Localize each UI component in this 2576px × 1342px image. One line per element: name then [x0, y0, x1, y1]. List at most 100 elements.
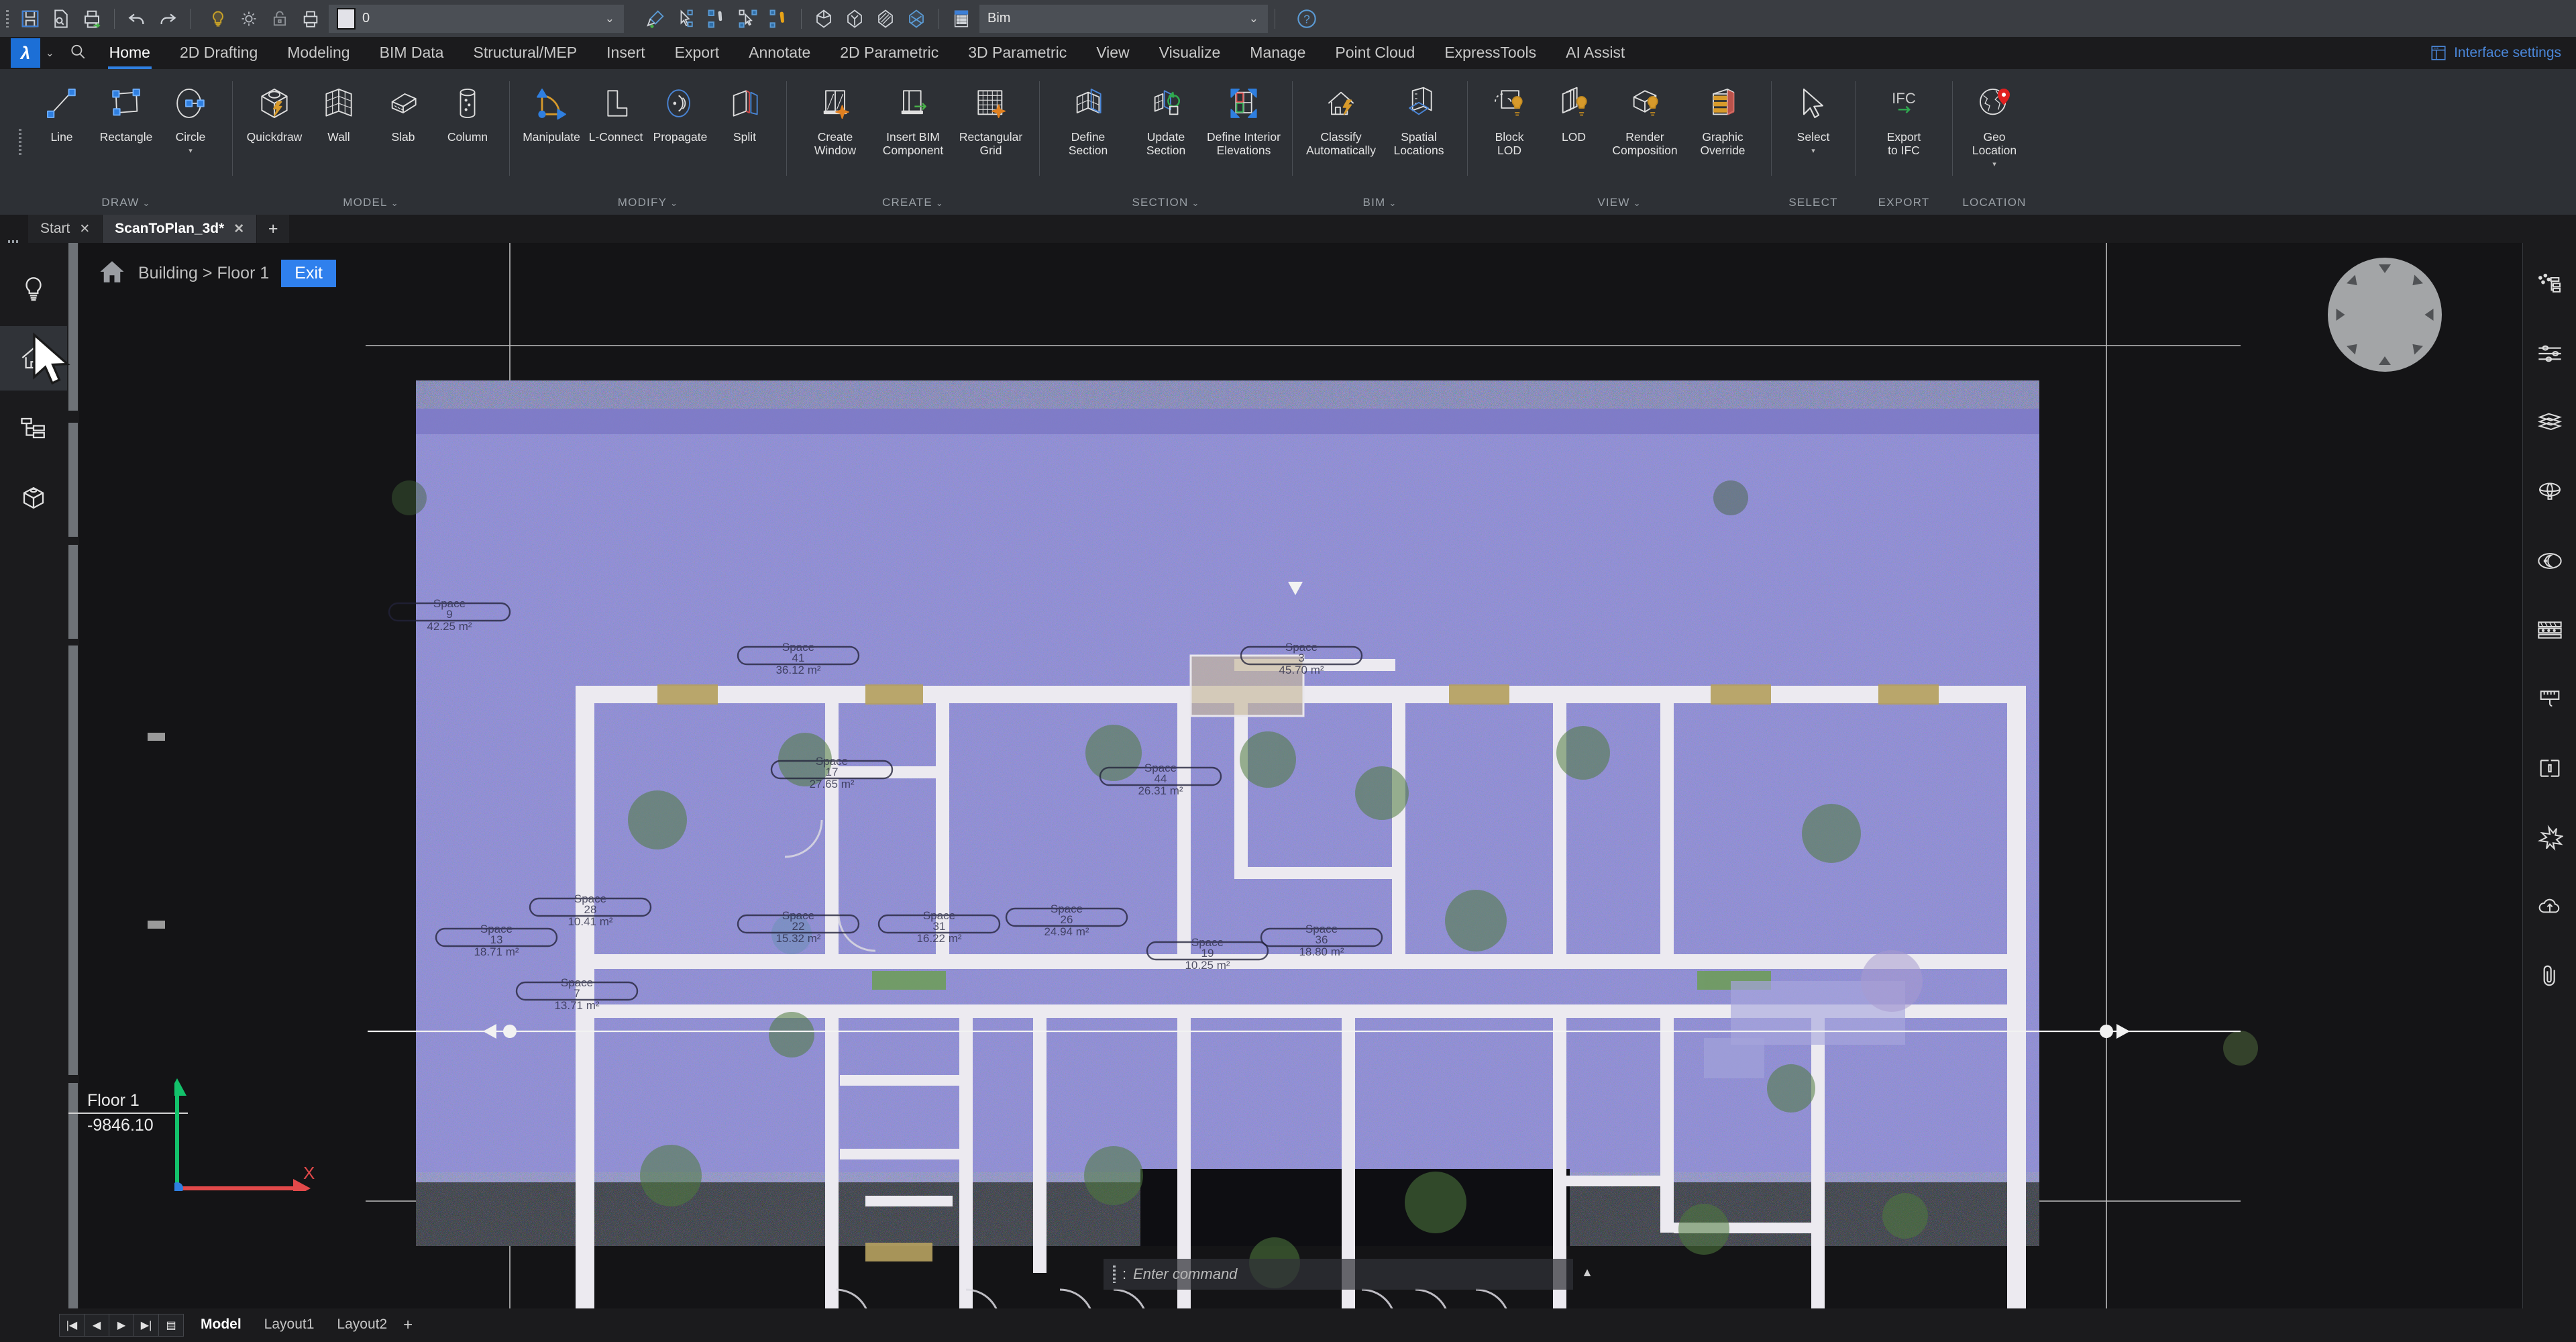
- ribbon-tab-2d-drafting[interactable]: 2D Drafting: [165, 37, 272, 69]
- sidebar-item-home[interactable]: [0, 326, 67, 391]
- ribbon-button-classify-automatically[interactable]: Classify Automatically: [1302, 79, 1380, 157]
- ribbon-tab-view[interactable]: View: [1081, 37, 1144, 69]
- ribbon-group-title[interactable]: SECTION ⌄: [1049, 196, 1283, 209]
- panel-sections[interactable]: [2523, 733, 2576, 803]
- chevron-down-icon[interactable]: ⌄: [605, 12, 614, 25]
- chevron-down-icon[interactable]: ⌄: [1191, 198, 1199, 208]
- ribbon-button-insert-bim-component[interactable]: Insert BIM Component: [874, 79, 952, 157]
- ribbon-tab-manage[interactable]: Manage: [1235, 37, 1320, 69]
- ribbon-tab-visualize[interactable]: Visualize: [1144, 37, 1236, 69]
- panel-render[interactable]: [2523, 526, 2576, 595]
- layer-lock-icon[interactable]: [264, 4, 295, 34]
- ribbon-tab-expresstools[interactable]: ExpressTools: [1430, 37, 1551, 69]
- help-icon[interactable]: ?: [1291, 4, 1322, 34]
- ucs-icon[interactable]: [808, 4, 839, 34]
- undo-icon[interactable]: [121, 4, 152, 34]
- match-properties-icon[interactable]: [640, 4, 671, 34]
- ribbon-grip[interactable]: [19, 69, 30, 215]
- panel-magic-wand[interactable]: [2523, 803, 2576, 872]
- ucs-world-icon[interactable]: [839, 4, 870, 34]
- ribbon-group-title[interactable]: VIEW ⌄: [1477, 196, 1762, 209]
- close-icon[interactable]: ✕: [79, 221, 90, 237]
- ribbon-tab-bim-data[interactable]: BIM Data: [365, 37, 459, 69]
- panel-structure-browser[interactable]: [2523, 250, 2576, 319]
- ribbon-button-render-composition[interactable]: Render Composition: [1606, 79, 1684, 157]
- chevron-down-icon[interactable]: ▾: [189, 146, 193, 155]
- breadcrumb-path[interactable]: Building > Floor 1: [138, 264, 269, 283]
- ribbon-button-quickdraw[interactable]: Quickdraw: [242, 79, 307, 144]
- ribbon-tab-structural-mep[interactable]: Structural/MEP: [458, 37, 592, 69]
- ribbon-button-slab[interactable]: Slab: [371, 79, 435, 144]
- layer-color-swatch[interactable]: [337, 7, 356, 30]
- chevron-down-icon[interactable]: ⌄: [391, 198, 399, 208]
- ribbon-group-title[interactable]: CREATE ⌄: [796, 196, 1030, 209]
- drawing-canvas[interactable]: Space 13 18.71 m² Space 9 42.25 m² Space 41 36.1…: [67, 243, 2522, 1308]
- ribbon-button-rectangular-grid[interactable]: Rectangular Grid: [952, 79, 1030, 157]
- layout-tab-layout1[interactable]: Layout1: [255, 1314, 324, 1337]
- color-icon[interactable]: [763, 4, 794, 34]
- command-history-icon[interactable]: ▲: [1581, 1266, 1593, 1280]
- select-similar-icon[interactable]: [671, 4, 702, 34]
- shade-icon[interactable]: [870, 4, 901, 34]
- ribbon-button-wall[interactable]: Wall: [307, 79, 371, 144]
- ribbon-button-block-lod[interactable]: Block LOD: [1477, 79, 1542, 157]
- ribbon-button-export-to-ifc[interactable]: IFC Export to IFC: [1865, 79, 1943, 157]
- command-input[interactable]: : Enter command ▲: [1104, 1259, 1593, 1290]
- chevron-down-icon[interactable]: ⌄: [936, 198, 944, 208]
- ribbon-group-title[interactable]: DRAW ⌄: [30, 196, 223, 209]
- ribbon-group-title[interactable]: BIM ⌄: [1302, 196, 1458, 209]
- sidebar-item-lookfrom[interactable]: [0, 256, 67, 321]
- layout-tab-model[interactable]: Model: [191, 1314, 251, 1337]
- ribbon-button-circle[interactable]: Circle ▾: [158, 79, 223, 155]
- chevron-down-icon[interactable]: ▾: [1992, 160, 1996, 168]
- ribbon-button-select[interactable]: Select ▾: [1781, 79, 1845, 155]
- panel-attachments[interactable]: [2523, 941, 2576, 1010]
- ribbon-button-column[interactable]: Column: [435, 79, 500, 144]
- panel-materials[interactable]: [2523, 595, 2576, 664]
- byblock-icon[interactable]: [733, 4, 763, 34]
- ribbon-button-create-window[interactable]: Create Window: [796, 79, 874, 157]
- ribbon-button-l-connect[interactable]: L-Connect: [584, 79, 648, 144]
- chevron-down-icon[interactable]: ▾: [1811, 146, 1815, 155]
- layout-list-button[interactable]: ▤: [158, 1314, 184, 1337]
- ribbon-tab-ai-assist[interactable]: AI Assist: [1551, 37, 1640, 69]
- ribbon-button-spatial-locations[interactable]: Spatial Locations: [1380, 79, 1458, 157]
- ribbon-button-define-interior-elevations[interactable]: Define Interior Elevations: [1205, 79, 1283, 157]
- ribbon-button-line[interactable]: Line: [30, 79, 94, 144]
- exit-button[interactable]: Exit: [281, 260, 336, 287]
- ribbon-tab-export[interactable]: Export: [660, 37, 734, 69]
- document-tab-scantoplan-3d[interactable]: ScanToPlan_3d* ✕: [103, 215, 257, 243]
- chevron-down-icon[interactable]: ⌄: [1633, 198, 1642, 208]
- bylayer-icon[interactable]: [702, 4, 733, 34]
- layer-plot-icon[interactable]: [295, 4, 326, 34]
- save-icon[interactable]: [15, 4, 46, 34]
- panel-measure[interactable]: [2523, 664, 2576, 733]
- panel-lighting[interactable]: [2523, 457, 2576, 526]
- add-layout-button[interactable]: +: [396, 1316, 419, 1335]
- ribbon-tab-2d-parametric[interactable]: 2D Parametric: [825, 37, 953, 69]
- ribbon-button-manipulate[interactable]: Manipulate: [519, 79, 584, 144]
- prev-layout-button[interactable]: ◀: [84, 1314, 109, 1337]
- next-layout-button[interactable]: ▶: [109, 1314, 134, 1337]
- preview-icon[interactable]: [46, 4, 76, 34]
- last-layout-button[interactable]: ▶|: [133, 1314, 159, 1337]
- print-icon[interactable]: [76, 4, 107, 34]
- ribbon-button-propagate[interactable]: Propagate: [648, 79, 712, 144]
- document-tab-start[interactable]: Start ✕: [28, 215, 103, 243]
- layout-tab-layout2[interactable]: Layout2: [327, 1314, 396, 1337]
- panel-cloud-upload[interactable]: [2523, 872, 2576, 941]
- interface-settings-button[interactable]: Interface settings: [2430, 44, 2561, 62]
- ribbon-button-lod[interactable]: LOD: [1542, 79, 1606, 144]
- ribbon-tab-insert[interactable]: Insert: [592, 37, 660, 69]
- chevron-down-icon[interactable]: ⌄: [670, 198, 678, 208]
- point-cloud-floorplan[interactable]: Space1318.71 m²Space942.25 m²Space4136.1…: [67, 243, 2522, 1308]
- ribbon-tab-point-cloud[interactable]: Point Cloud: [1320, 37, 1430, 69]
- sidebar-item-structure[interactable]: [0, 396, 67, 460]
- ribbon-button-geo-location[interactable]: Geo Location ▾: [1962, 79, 2027, 168]
- chevron-down-icon[interactable]: ⌄: [1389, 198, 1397, 208]
- chevron-down-icon[interactable]: ⌄: [1249, 12, 1258, 25]
- ribbon-group-title[interactable]: MODEL ⌄: [242, 196, 500, 209]
- toolbar-grip[interactable]: [0, 6, 15, 32]
- layer-selector[interactable]: 0 ⌄: [329, 4, 624, 33]
- ribbon-tab-annotate[interactable]: Annotate: [734, 37, 825, 69]
